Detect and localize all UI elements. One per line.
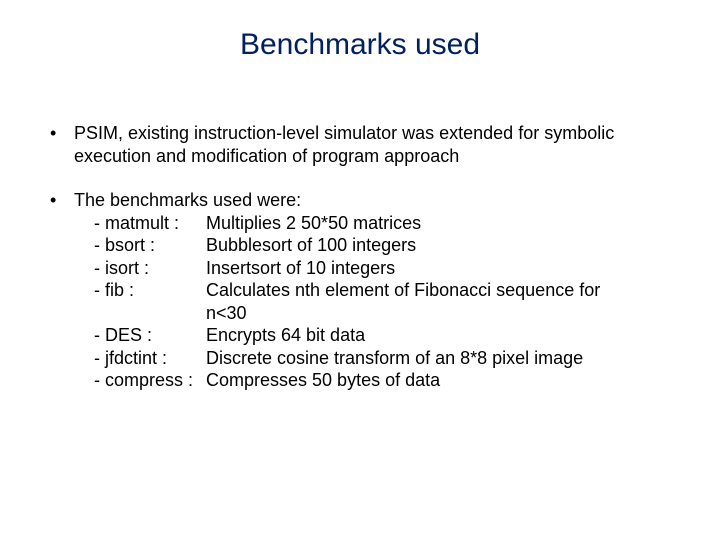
- list-item: - compress : Compresses 50 bytes of data: [74, 369, 680, 392]
- bullet-text: The benchmarks used were:: [74, 190, 301, 210]
- slide: Benchmarks used PSIM, existing instructi…: [0, 0, 720, 540]
- benchmark-desc: Compresses 50 bytes of data: [206, 369, 680, 392]
- benchmark-name: - DES :: [94, 324, 206, 347]
- benchmark-name: - isort :: [94, 257, 206, 280]
- bullet-item-psim: PSIM, existing instruction-level simulat…: [40, 122, 680, 167]
- bullet-text: PSIM, existing instruction-level simulat…: [74, 123, 614, 166]
- benchmark-desc: Multiplies 2 50*50 matrices: [206, 212, 680, 235]
- list-item: - isort : Insertsort of 10 integers: [74, 257, 680, 280]
- list-item: - DES : Encrypts 64 bit data: [74, 324, 680, 347]
- benchmark-name: - compress :: [94, 369, 206, 392]
- benchmark-name: - bsort :: [94, 234, 206, 257]
- benchmark-desc: Calculates nth element of Fibonacci sequ…: [206, 279, 680, 302]
- benchmark-list: - matmult : Multiplies 2 50*50 matrices …: [74, 212, 680, 392]
- bullet-item-benchmarks: The benchmarks used were: - matmult : Mu…: [40, 189, 680, 392]
- page-title: Benchmarks used: [40, 28, 680, 62]
- list-item: - bsort : Bubblesort of 100 integers: [74, 234, 680, 257]
- benchmark-desc-cont: n<30: [74, 302, 680, 325]
- benchmark-desc: Insertsort of 10 integers: [206, 257, 680, 280]
- benchmark-name: - fib :: [94, 279, 206, 302]
- benchmark-name: - jfdctint :: [94, 347, 206, 370]
- benchmark-desc: Discrete cosine transform of an 8*8 pixe…: [206, 347, 680, 370]
- benchmark-desc: Bubblesort of 100 integers: [206, 234, 680, 257]
- list-item: - fib : Calculates nth element of Fibona…: [74, 279, 680, 302]
- benchmark-desc: Encrypts 64 bit data: [206, 324, 680, 347]
- bullet-list: PSIM, existing instruction-level simulat…: [40, 122, 680, 392]
- list-item: - jfdctint : Discrete cosine transform o…: [74, 347, 680, 370]
- list-item: - matmult : Multiplies 2 50*50 matrices: [74, 212, 680, 235]
- benchmark-name: - matmult :: [94, 212, 206, 235]
